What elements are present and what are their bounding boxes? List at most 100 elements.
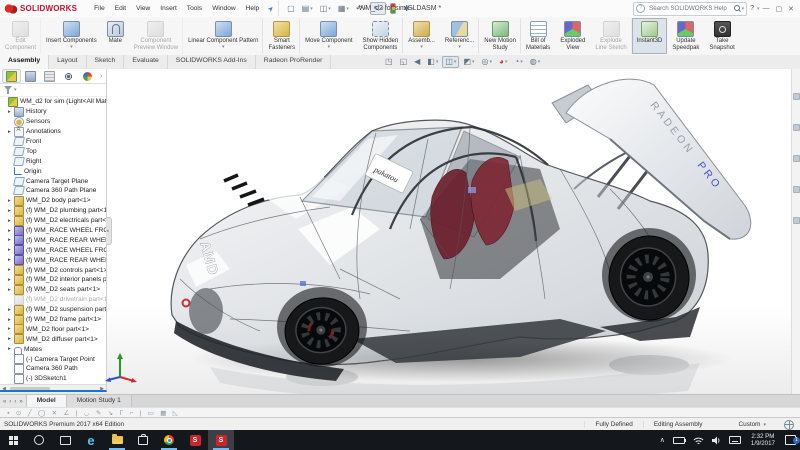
- circle-tool-icon[interactable]: ◯: [35, 409, 49, 417]
- tree-item-history[interactable]: ▸ History: [0, 106, 106, 117]
- corner-tool-icon[interactable]: Γ: [116, 410, 126, 417]
- wifi-tray-item[interactable]: [689, 436, 708, 445]
- tree-item-camera-target-plane[interactable]: ▸ Camera Target Plane: [0, 176, 106, 186]
- tree-horizontal-scrollbar[interactable]: ◀ ▶: [0, 384, 106, 390]
- tree-item-annotations[interactable]: ▸ Annotations: [0, 126, 106, 137]
- action-center-button[interactable]: 1: [781, 435, 800, 445]
- tree-item-plumbing-part[interactable]: ▸ (f) WM_D2 plumbing part<1: [0, 205, 106, 216]
- panel-tabs-overflow[interactable]: ›: [100, 73, 102, 80]
- tree-item-frame-part[interactable]: ▸ (f) WM_D2 frame part<1>: [0, 314, 106, 325]
- solidworks-active-taskbar-button[interactable]: S: [208, 430, 234, 450]
- tree-item-race-wheel-front-2[interactable]: ▸ (f) WM_RACE WHEEL FRONT: [0, 245, 106, 256]
- close-button[interactable]: ✕: [785, 5, 797, 13]
- tab-radeon-prorender[interactable]: Radeon ProRender: [256, 55, 332, 69]
- exploded-view-button[interactable]: Exploded View ▾: [555, 18, 590, 54]
- edit-appearance-icon[interactable]: ◕ ▾: [496, 56, 510, 68]
- solidworks-taskbar-button[interactable]: S: [182, 430, 208, 450]
- bill-of-materials-button[interactable]: Bill of Materials ▾: [521, 18, 555, 54]
- tree-item-mates[interactable]: ▸ Mates: [0, 344, 106, 354]
- menu-item[interactable]: Edit: [110, 3, 131, 14]
- design-library-icon[interactable]: [792, 124, 800, 131]
- separator-2[interactable]: |: [136, 410, 144, 417]
- tree-item-3dsketch1[interactable]: ▸ (-) 3DSketch1: [0, 373, 106, 384]
- start-button[interactable]: [0, 430, 26, 450]
- tree-item-camera-target-point[interactable]: ▸ (-) Camera Target Point: [0, 354, 106, 365]
- tab-solidworks-add-ins[interactable]: SOLIDWORKS Add-Ins: [168, 55, 256, 69]
- menu-item[interactable]: Window: [207, 3, 240, 14]
- tree-item-front-plane[interactable]: ▸ Front: [0, 137, 106, 147]
- explode-line-sketch-button[interactable]: Explode Line Sketch ▾: [590, 18, 632, 54]
- new-motion-study-button[interactable]: New Motion Study ▾: [479, 18, 521, 54]
- tree-item-origin[interactable]: ▸ Origin: [0, 166, 106, 176]
- section-view-icon[interactable]: ◧ ▾: [424, 56, 441, 68]
- zoom-to-area-icon[interactable]: ◱▾: [397, 56, 411, 68]
- take-snapshot-button[interactable]: Take Snapshot ▾: [704, 18, 739, 54]
- config-caret-icon[interactable]: ▾: [763, 422, 766, 428]
- search-dropdown-caret[interactable]: ▾: [742, 6, 745, 12]
- displaymanager-tab[interactable]: [78, 69, 97, 83]
- tree-item-body-part[interactable]: ▸ WM_D2 body part<1>: [0, 195, 106, 206]
- zoom-to-fit-icon[interactable]: ◳▾: [382, 56, 396, 68]
- scrollbar-thumb[interactable]: [10, 386, 50, 390]
- hide-show-items-icon[interactable]: ◎ ▾: [479, 56, 496, 68]
- taskbar-clock[interactable]: 2:32 PM 1/9/2017: [745, 433, 781, 447]
- display-style-icon[interactable]: ◩ ▾: [460, 56, 477, 68]
- select-icon[interactable]: ↖ ▾: [370, 2, 387, 15]
- restore-button[interactable]: ▢: [773, 5, 786, 13]
- tree-item-diffuser-part[interactable]: ▸ WM_D2 diffuser part<1>: [0, 334, 106, 345]
- configurationmanager-tab[interactable]: [40, 69, 59, 83]
- separator-1[interactable]: |: [73, 410, 81, 417]
- tab-nav-arrow[interactable]: ‹: [9, 399, 11, 405]
- tree-item-controls-part[interactable]: ▸ (f) WM_D2 controls part<1>: [0, 265, 106, 276]
- polygon-tool-icon[interactable]: ◺: [170, 409, 181, 417]
- tab-nav-arrow[interactable]: »: [19, 399, 22, 405]
- offset-tool-icon[interactable]: ↘: [104, 409, 116, 417]
- new-document-icon[interactable]: ▢▾: [284, 2, 298, 15]
- tree-item-interior-panels-part[interactable]: ▸ (f) WM_D2 interior panels pa: [0, 274, 106, 285]
- appearances-pane-icon[interactable]: [792, 186, 800, 193]
- help-button[interactable]: ?: [747, 5, 757, 12]
- circle-center-tool-icon[interactable]: ⊙: [13, 409, 25, 417]
- scroll-left-icon[interactable]: ◀: [0, 386, 8, 390]
- undo-icon[interactable]: ↶ ▾: [353, 2, 369, 15]
- tab-evaluate[interactable]: Evaluate: [124, 55, 168, 69]
- open-icon[interactable]: ▤ ▾: [299, 2, 316, 15]
- rebuild-icon[interactable]: ▾: [387, 1, 399, 16]
- tree-item-drivetrain-part[interactable]: ▸ (f) WM_D2 drivetrain part<1: [0, 294, 106, 305]
- assembly-features-button[interactable]: Assemb... ▾: [403, 18, 440, 54]
- tab-sketch[interactable]: Sketch: [87, 55, 125, 69]
- search-input[interactable]: [647, 4, 733, 13]
- slot-tool-icon[interactable]: ▭: [145, 409, 158, 417]
- view-orientation-icon[interactable]: ◫ ▾: [442, 56, 460, 68]
- scroll-right-icon[interactable]: ▶: [98, 386, 106, 390]
- globe-icon[interactable]: [784, 419, 794, 430]
- tree-item-electricals-part[interactable]: ▸ (f) WM_D2 electricals part<1: [0, 215, 106, 226]
- filter-caret[interactable]: ▾: [14, 87, 17, 93]
- tab-nav-arrow[interactable]: ›: [14, 399, 16, 405]
- menu-item[interactable]: File: [89, 3, 110, 14]
- pin-icon[interactable]: ➤: [266, 4, 276, 13]
- tree-item-race-rear-wheel-1[interactable]: ▸ (f) WM_RACE REAR WHEEL 1: [0, 235, 106, 246]
- tab-layout[interactable]: Layout: [49, 55, 87, 69]
- tree-item-camera-360-path-plane[interactable]: ▸ Camera 360 Path Plane: [0, 186, 106, 196]
- smart-fasteners-button[interactable]: Smart Fasteners ▾: [263, 18, 301, 54]
- move-component-button[interactable]: Move Component ▾: [300, 18, 357, 54]
- tree-item-floor-part[interactable]: ▸ WM_D2 floor part<1>: [0, 324, 106, 335]
- search-icon[interactable]: [733, 5, 741, 12]
- graphics-area[interactable]: RADEON PRO pakatou AMD: [0, 69, 800, 394]
- featuremanager-tab[interactable]: [2, 69, 21, 83]
- arc-tool-icon[interactable]: ◡: [81, 409, 93, 417]
- mate-button[interactable]: Mate ▾: [102, 18, 129, 54]
- tree-item-camera-360-path[interactable]: ▸ Camera 360 Path: [0, 364, 106, 374]
- hidden-icons-chevron[interactable]: ∧: [656, 436, 669, 444]
- menu-item[interactable]: Help: [241, 3, 265, 14]
- point-tool-icon[interactable]: ▪: [4, 410, 13, 417]
- angle-tool-icon[interactable]: ∠: [60, 409, 72, 417]
- custom-properties-icon[interactable]: [792, 217, 800, 224]
- file-explorer-button[interactable]: [104, 430, 130, 450]
- reference-geometry-button[interactable]: Referenc... ▾: [440, 18, 480, 54]
- panel-splitter[interactable]: ◂: [106, 217, 112, 245]
- propertymanager-tab[interactable]: [21, 69, 40, 83]
- minimize-button[interactable]: —: [760, 5, 773, 12]
- insert-components-button[interactable]: Insert Components ▾: [41, 18, 102, 54]
